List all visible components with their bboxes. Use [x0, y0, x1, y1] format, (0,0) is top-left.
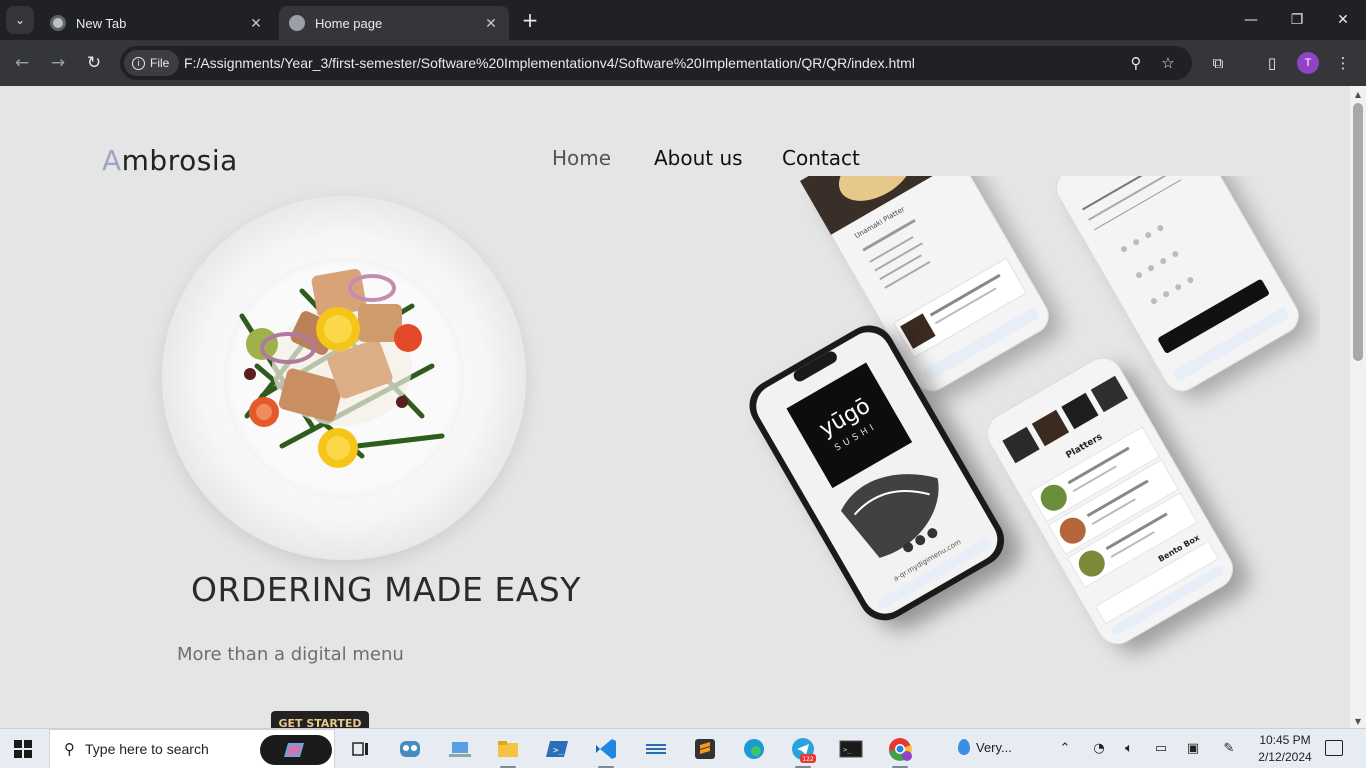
raindrop-icon: [958, 739, 970, 755]
salad-illustration: [239, 268, 445, 468]
site-logo[interactable]: Ambrosia: [102, 144, 238, 177]
minimize-button[interactable]: —: [1228, 0, 1274, 40]
telegram-badge: 122: [802, 756, 814, 763]
taskbar-search-box[interactable]: ⚲ Type here to search: [49, 729, 335, 768]
windows-taskbar: ⚲ Type here to search >_ 122 >_ Very... …: [0, 728, 1366, 768]
tab-title: New Tab: [76, 15, 127, 31]
windows-start-icon[interactable]: [14, 740, 32, 758]
nav-contact-link[interactable]: Contact: [782, 146, 860, 170]
search-placeholder: Type here to search: [85, 741, 209, 757]
back-button[interactable]: ←: [10, 51, 34, 75]
chevron-up-icon[interactable]: ⌃: [1056, 740, 1074, 758]
close-icon[interactable]: ✕: [248, 15, 264, 32]
food-plate-image: [162, 196, 526, 560]
menu-kebab-icon[interactable]: ⋮: [1332, 52, 1354, 74]
battery-icon[interactable]: ▭: [1152, 740, 1170, 758]
extensions-icon[interactable]: ⧉: [1207, 52, 1229, 74]
tab-title: Home page: [315, 15, 383, 31]
logo-text: mbrosia: [121, 144, 238, 177]
forward-button[interactable]: →: [46, 51, 70, 75]
telegram-icon[interactable]: 122: [789, 735, 817, 768]
page-viewport: Ambrosia Home About us Contact ORDERING …: [0, 86, 1350, 728]
tab-strip: ⌄ New Tab ✕ Home page ✕ + — ❐ ✕: [0, 0, 1366, 40]
scroll-down-arrow-icon[interactable]: ▼: [1350, 717, 1366, 726]
profile-avatar[interactable]: T: [1297, 52, 1319, 74]
svg-text:>_: >_: [553, 746, 564, 756]
chevron-down-icon: ⌄: [14, 13, 26, 27]
wifi-icon[interactable]: ◔: [1090, 740, 1108, 758]
stacks-app-icon[interactable]: [642, 735, 670, 763]
pen-icon[interactable]: ✎: [1220, 740, 1238, 758]
scrollbar-thumb[interactable]: [1353, 103, 1363, 361]
phone-mockups-image: Unamaki Platter yūgō SUSHI a-qr.mydigime…: [749, 176, 1313, 653]
hero-subtitle: More than a digital menu: [177, 644, 404, 665]
hero-title: ORDERING MADE EASY: [191, 570, 581, 609]
new-tab-button[interactable]: +: [518, 8, 542, 32]
terminal-icon[interactable]: >_: [837, 735, 865, 763]
clock-date: 2/12/2024: [1258, 750, 1312, 764]
tab-new-tab[interactable]: New Tab ✕: [40, 6, 274, 40]
volume-icon[interactable]: 🔈︎: [1120, 740, 1138, 758]
site-info-chip[interactable]: i File: [124, 50, 180, 76]
powershell-icon[interactable]: >_: [544, 735, 572, 763]
chrome-favicon-icon: [50, 15, 66, 31]
close-icon[interactable]: ✕: [483, 15, 499, 32]
notification-icon[interactable]: [1325, 740, 1343, 756]
copilot-icon[interactable]: [260, 735, 332, 765]
page-scrollbar[interactable]: ▲ ▼: [1350, 86, 1366, 728]
weather-widget[interactable]: Very...: [958, 739, 1012, 755]
tab-search-button[interactable]: ⌄: [6, 6, 34, 34]
vscode-icon[interactable]: [592, 735, 620, 768]
address-bar[interactable]: i File F:/Assignments/Year_3/first-semes…: [120, 46, 1192, 80]
weather-text: Very...: [976, 739, 1012, 755]
scroll-up-arrow-icon[interactable]: ▲: [1350, 90, 1366, 99]
zoom-icon[interactable]: ⚲: [1126, 53, 1146, 73]
search-icon: ⚲: [64, 740, 75, 758]
bookmark-star-icon[interactable]: ☆: [1158, 53, 1178, 73]
display-icon[interactable]: ▣: [1184, 740, 1202, 758]
url-text[interactable]: F:/Assignments/Year_3/first-semester/Sof…: [184, 55, 915, 71]
restore-button[interactable]: ❐: [1274, 0, 1320, 40]
clock-time: 10:45 PM: [1259, 733, 1311, 747]
reload-button[interactable]: ↻: [82, 51, 106, 75]
window-close-button[interactable]: ✕: [1320, 0, 1366, 40]
tab-home-page[interactable]: Home page ✕: [279, 6, 509, 40]
logo-initial: A: [102, 144, 122, 177]
svg-text:>_: >_: [843, 746, 852, 754]
sublime-text-icon[interactable]: [691, 735, 719, 763]
browser-toolbar: ← → ↻ i File F:/Assignments/Year_3/first…: [0, 40, 1366, 86]
edge-browser-icon[interactable]: [740, 735, 768, 763]
chip-label: File: [150, 56, 170, 70]
godot-app-icon[interactable]: [396, 735, 424, 763]
system-clock[interactable]: 10:45 PM 2/12/2024: [1250, 732, 1320, 766]
chrome-browser-icon[interactable]: [886, 735, 914, 768]
side-panel-icon[interactable]: ▯: [1261, 52, 1283, 74]
globe-favicon-icon: [289, 15, 305, 31]
laptop-app-icon[interactable]: [446, 735, 474, 763]
file-explorer-icon[interactable]: [494, 735, 522, 768]
get-started-button[interactable]: GET STARTED: [271, 711, 369, 728]
task-view-icon[interactable]: [346, 735, 374, 763]
info-icon: i: [132, 56, 145, 70]
nav-about-link[interactable]: About us: [654, 146, 743, 170]
nav-home-link[interactable]: Home: [552, 146, 611, 170]
